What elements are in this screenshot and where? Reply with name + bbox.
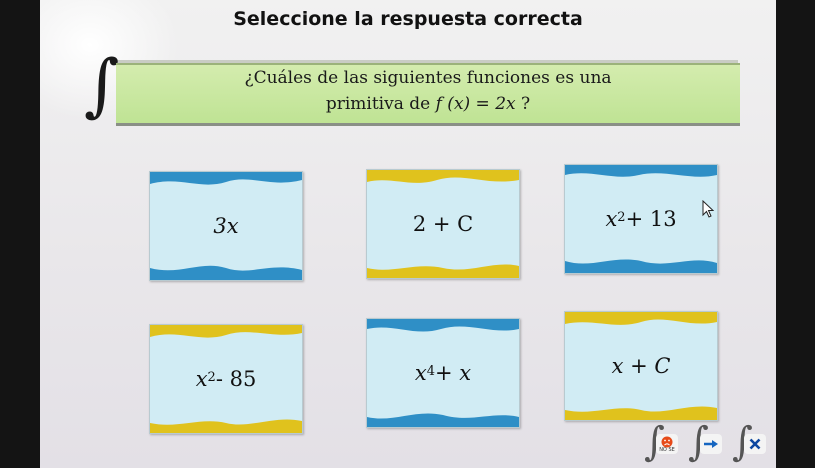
answer-option-6[interactable]: x + C — [564, 311, 718, 421]
next-control[interactable]: ∫ — [688, 422, 728, 464]
answer-option-4-label: x2 - 85 — [150, 325, 302, 433]
help-label: NO SE — [659, 446, 675, 453]
answer-rest: - 85 — [215, 367, 257, 391]
answer-rest: + 13 — [625, 207, 677, 231]
answer-text: 2 + C — [412, 212, 474, 236]
answer-base: x — [195, 367, 208, 391]
answer-option-2-label: 2 + C — [367, 170, 519, 278]
answer-rest: + x — [435, 361, 472, 385]
answer-option-5-label: x4 + x — [367, 319, 519, 427]
answer-exponent: 4 — [426, 363, 435, 379]
question-line-2: primitiva de f (x) = 2x ? — [116, 94, 740, 114]
question-box: ¿Cuáles de las siguientes funciones es u… — [116, 63, 740, 126]
arrow-right-icon[interactable] — [700, 434, 722, 454]
answer-base: x — [605, 207, 618, 231]
answer-option-1[interactable]: 3x — [149, 171, 303, 281]
close-x-icon[interactable] — [744, 434, 766, 454]
help-control[interactable]: ∫ NO SE — [644, 422, 684, 464]
question-prefix: primitiva de — [325, 94, 436, 114]
question-suffix: ? — [515, 94, 531, 114]
mouse-cursor-icon — [702, 200, 714, 218]
answer-exponent: 2 — [617, 209, 626, 225]
sad-face-glyph — [661, 436, 673, 447]
answer-option-6-label: x + C — [565, 312, 717, 420]
close-control[interactable]: ∫ — [732, 422, 772, 464]
answer-option-5[interactable]: x4 + x — [366, 318, 520, 428]
answer-exponent: 2 — [207, 369, 216, 385]
answer-option-2[interactable]: 2 + C — [366, 169, 520, 279]
question-line-1: ¿Cuáles de las siguientes funciones es u… — [244, 68, 612, 88]
answer-text: x + C — [611, 354, 671, 378]
answer-option-3-label: x2 + 13 — [565, 165, 717, 273]
answer-option-3[interactable]: x2 + 13 — [564, 164, 718, 274]
arrow-right-glyph — [704, 440, 718, 448]
page-title: Seleccione la respuesta correcta — [233, 8, 583, 30]
answer-option-1-label: 3x — [150, 172, 302, 280]
answer-option-4[interactable]: x2 - 85 — [149, 324, 303, 434]
sad-face-icon[interactable]: NO SE — [656, 434, 678, 454]
question-function: f (x) = 2x — [435, 94, 516, 114]
close-x-glyph — [749, 438, 761, 450]
answer-text: 3x — [213, 214, 239, 238]
quiz-screen: Seleccione la respuesta correcta ∫ ¿Cuál… — [40, 0, 776, 468]
integral-icon: ∫ — [84, 46, 120, 125]
answer-base: x — [414, 361, 427, 385]
